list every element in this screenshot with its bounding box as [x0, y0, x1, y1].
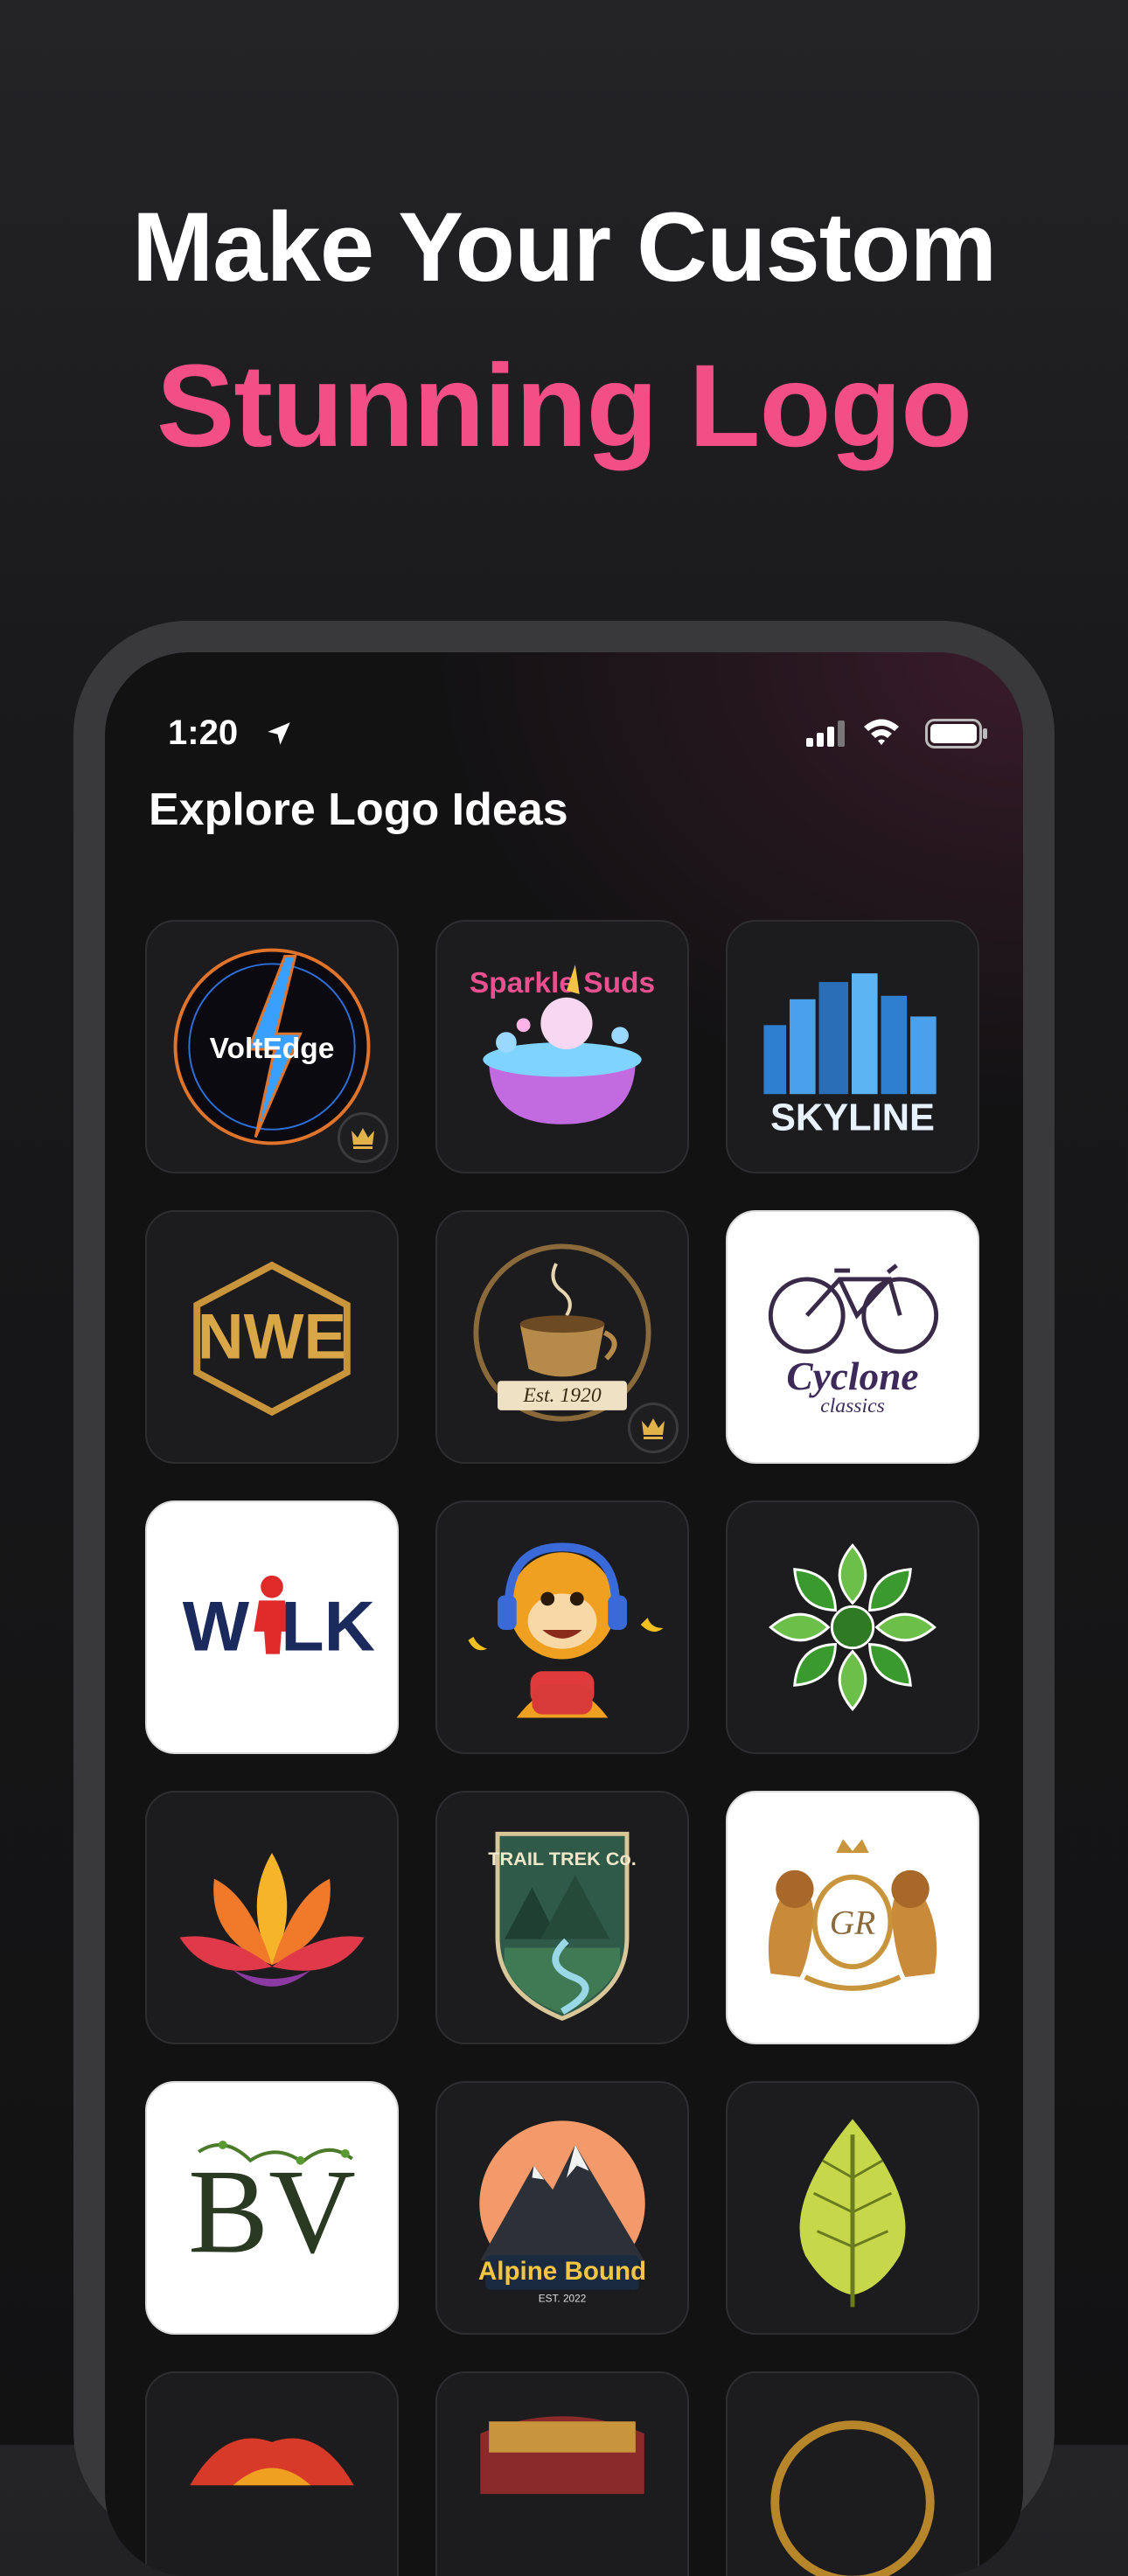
- svg-text:LK: LK: [281, 1588, 375, 1667]
- logo-tile-monkey[interactable]: [435, 1500, 689, 1754]
- green-flower-logo-icon: [769, 1543, 937, 1711]
- logo-tile-lotus[interactable]: [145, 1791, 399, 2044]
- logo-tile-voltedge[interactable]: VoltEdge: [145, 920, 399, 1173]
- svg-text:Est. 1920: Est. 1920: [522, 1384, 602, 1407]
- partial-badge-logo-icon: [480, 2416, 644, 2495]
- svg-text:SKYLINE: SKYLINE: [770, 1097, 935, 1139]
- logo-tile-partial-1[interactable]: [145, 2371, 399, 2576]
- crown-icon: [352, 1128, 374, 1149]
- promo-headline-line2: Stunning Logo: [156, 341, 972, 471]
- svg-text:GR: GR: [830, 1904, 876, 1942]
- premium-badge: [628, 1403, 679, 1453]
- promo-headline-line1: Make Your Custom: [131, 192, 997, 302]
- trail-trek-logo-icon: TRAIL TREK Co.: [488, 1831, 637, 2022]
- logo-tile-alpine-bound[interactable]: Alpine Bound EST. 2022: [435, 2081, 689, 2335]
- sparkle-suds-logo-icon: Sparkle Suds: [470, 964, 655, 1124]
- leaf-logo-icon: [799, 2119, 906, 2308]
- logo-tile-trail-trek[interactable]: TRAIL TREK Co.: [435, 1791, 689, 2044]
- svg-text:BV: BV: [188, 2144, 356, 2278]
- svg-text:EST. 2022: EST. 2022: [539, 2292, 587, 2304]
- logo-tile-gr-crest[interactable]: GR: [726, 1791, 979, 2044]
- phone-frame: 1:20 Explore Logo Ideas VoltEdge Sparkle…: [73, 621, 1055, 2576]
- bv-logo-icon: BV: [188, 2141, 356, 2278]
- lion-crest-logo-icon: GR: [768, 1839, 937, 1991]
- cellular-signal-icon: [806, 721, 845, 747]
- premium-badge: [338, 1112, 388, 1163]
- svg-text:NWE: NWE: [198, 1302, 346, 1373]
- battery-icon: [925, 719, 987, 748]
- location-arrow-icon: [268, 722, 290, 745]
- logo-tile-walk[interactable]: W LK: [145, 1500, 399, 1754]
- logo-tile-partial-2[interactable]: [435, 2371, 689, 2576]
- partial-ring-logo-icon: [770, 2420, 935, 2576]
- walk-logo-icon: W LK: [183, 1575, 375, 1667]
- monkey-gamer-logo-icon: [468, 1542, 664, 1718]
- partial-logo-icon: [190, 2438, 354, 2486]
- svg-text:W: W: [183, 1588, 250, 1667]
- logo-tile-skyline[interactable]: SKYLINE: [726, 920, 979, 1173]
- wifi-icon: [864, 719, 899, 745]
- logo-tile-bv[interactable]: BV: [145, 2081, 399, 2335]
- svg-text:classics: classics: [820, 1395, 885, 1417]
- logo-tile-sparkle-suds[interactable]: Sparkle Suds: [435, 920, 689, 1173]
- nwe-logo-icon: NWE: [193, 1261, 351, 1417]
- logo-tile-cyclone[interactable]: Cyclone classics: [726, 1210, 979, 1464]
- logo-tile-est-1920[interactable]: Est. 1920: [435, 1210, 689, 1464]
- svg-text:Cyclone: Cyclone: [786, 1354, 918, 1398]
- logo-tile-partial-3[interactable]: [726, 2371, 979, 2576]
- skyline-logo-icon: SKYLINE: [763, 973, 937, 1139]
- bicycle-logo-icon: Cyclone classics: [768, 1264, 939, 1417]
- svg-text:Alpine Bound: Alpine Bound: [478, 2257, 646, 2286]
- svg-text:VoltEdge: VoltEdge: [210, 1033, 335, 1065]
- phone-screen: 1:20 Explore Logo Ideas VoltEdge Sparkle…: [105, 652, 1023, 2576]
- logo-tile-leaf[interactable]: [726, 2081, 979, 2335]
- svg-text:Sparkle Suds: Sparkle Suds: [470, 967, 655, 999]
- alpine-bound-logo-icon: Alpine Bound EST. 2022: [478, 2120, 646, 2304]
- logo-tile-nwe[interactable]: NWE: [145, 1210, 399, 1464]
- explore-title: Explore Logo Ideas: [149, 784, 568, 835]
- crown-icon: [642, 1418, 665, 1439]
- status-bar: 1:20: [105, 714, 1023, 766]
- logo-tile-green-flower[interactable]: [726, 1500, 979, 1754]
- svg-text:TRAIL TREK Co.: TRAIL TREK Co.: [488, 1848, 636, 1869]
- status-time: 1:20: [168, 714, 239, 752]
- lotus-logo-icon: [179, 1853, 365, 1987]
